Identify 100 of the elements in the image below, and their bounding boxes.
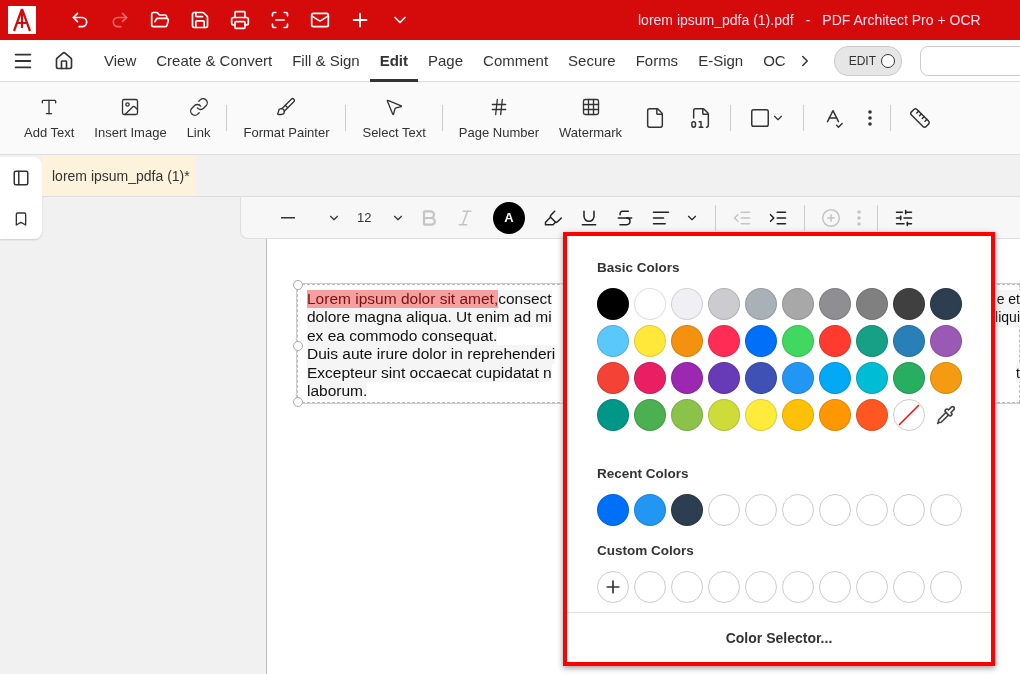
color-swatch[interactable] bbox=[782, 399, 814, 431]
app-logo bbox=[8, 6, 36, 34]
color-swatch[interactable] bbox=[597, 288, 629, 320]
color-swatch[interactable] bbox=[597, 362, 629, 394]
empty-swatch[interactable] bbox=[745, 494, 777, 526]
color-swatch[interactable] bbox=[856, 362, 888, 394]
color-swatch[interactable] bbox=[597, 399, 629, 431]
empty-swatch[interactable] bbox=[893, 571, 925, 603]
image-icon bbox=[120, 96, 141, 117]
add-circle-icon bbox=[821, 207, 841, 228]
color-swatch[interactable] bbox=[634, 494, 666, 526]
ribbon-button[interactable]: Select Text bbox=[352, 96, 436, 140]
color-swatch[interactable] bbox=[597, 494, 629, 526]
color-swatch[interactable] bbox=[745, 399, 777, 431]
add-color-button[interactable] bbox=[597, 571, 629, 603]
color-swatch[interactable] bbox=[671, 362, 703, 394]
empty-swatch[interactable] bbox=[930, 571, 962, 603]
color-swatch[interactable] bbox=[671, 288, 703, 320]
brush-icon bbox=[276, 96, 297, 117]
section-title: Recent Colors bbox=[597, 466, 690, 481]
resize-handle[interactable] bbox=[293, 397, 303, 408]
color-swatch[interactable] bbox=[856, 399, 888, 431]
no-color-swatch[interactable] bbox=[893, 399, 925, 431]
empty-swatch[interactable] bbox=[708, 571, 740, 603]
color-swatch[interactable] bbox=[745, 325, 777, 357]
section-title: Custom Colors bbox=[597, 543, 695, 558]
ribbon-button[interactable]: Format Painter bbox=[233, 96, 340, 140]
color-swatch[interactable] bbox=[930, 288, 962, 320]
color-swatch[interactable] bbox=[745, 362, 777, 394]
color-swatch[interactable] bbox=[893, 362, 925, 394]
color-swatch[interactable] bbox=[708, 399, 740, 431]
color-swatch[interactable] bbox=[708, 288, 740, 320]
menu-tab[interactable]: OC bbox=[753, 39, 790, 82]
menu-tab[interactable]: Fill & Sign bbox=[282, 39, 370, 82]
color-swatch[interactable] bbox=[708, 325, 740, 357]
color-swatch[interactable] bbox=[819, 325, 851, 357]
color-swatch[interactable] bbox=[671, 325, 703, 357]
ruler-icon bbox=[909, 107, 932, 129]
empty-swatch[interactable] bbox=[856, 571, 888, 603]
color-swatch[interactable] bbox=[930, 325, 962, 357]
empty-swatch[interactable] bbox=[745, 571, 777, 603]
empty-swatch[interactable] bbox=[782, 571, 814, 603]
color-swatch[interactable] bbox=[782, 325, 814, 357]
menu-tab[interactable]: Page bbox=[418, 39, 474, 82]
menu-tab[interactable]: View bbox=[94, 39, 147, 82]
empty-swatch[interactable] bbox=[671, 571, 703, 603]
home-icon[interactable] bbox=[54, 50, 74, 71]
panel-icon bbox=[12, 169, 30, 187]
color-swatch[interactable] bbox=[634, 325, 666, 357]
empty-swatch[interactable] bbox=[708, 494, 740, 526]
font-size-dropdown[interactable]: 12 bbox=[347, 210, 411, 225]
color-swatch[interactable] bbox=[634, 288, 666, 320]
app-name: PDF Architect Pro + OCR bbox=[822, 12, 981, 28]
resize-handle[interactable] bbox=[293, 341, 303, 351]
ribbon-button[interactable]: Add Text bbox=[14, 96, 85, 140]
line-style-icon bbox=[281, 216, 295, 219]
color-swatch[interactable] bbox=[856, 325, 888, 357]
more-icon bbox=[857, 209, 861, 226]
resize-handle[interactable] bbox=[293, 280, 303, 290]
ribbon-button[interactable]: Insert Image bbox=[84, 96, 177, 140]
empty-swatch[interactable] bbox=[634, 571, 666, 603]
color-swatch[interactable] bbox=[893, 325, 925, 357]
color-swatch[interactable] bbox=[819, 362, 851, 394]
ribbon-button[interactable]: Page Number bbox=[448, 96, 550, 140]
color-swatch[interactable] bbox=[782, 362, 814, 394]
color-swatch[interactable] bbox=[930, 362, 962, 394]
color-swatch[interactable] bbox=[819, 288, 851, 320]
edit-toggle[interactable]: EDIT bbox=[833, 45, 902, 76]
ribbon-button[interactable]: Watermark bbox=[549, 96, 633, 140]
color-swatch[interactable] bbox=[671, 399, 703, 431]
color-swatch[interactable] bbox=[634, 362, 666, 394]
color-swatch[interactable] bbox=[782, 288, 814, 320]
grid-icon bbox=[580, 96, 601, 117]
bookmark-icon bbox=[13, 211, 29, 227]
empty-swatch[interactable] bbox=[893, 494, 925, 526]
color-swatch[interactable] bbox=[893, 288, 925, 320]
empty-swatch[interactable] bbox=[819, 571, 851, 603]
menu-tab[interactable]: E-Sign bbox=[688, 39, 754, 82]
color-swatch[interactable] bbox=[708, 362, 740, 394]
font-color-button[interactable]: A bbox=[493, 201, 525, 234]
empty-swatch[interactable] bbox=[930, 494, 962, 526]
color-swatch[interactable] bbox=[819, 399, 851, 431]
color-swatch[interactable] bbox=[856, 288, 888, 320]
menu-tab[interactable]: Forms bbox=[625, 39, 689, 82]
color-swatch[interactable] bbox=[671, 494, 703, 526]
color-swatch[interactable] bbox=[634, 399, 666, 431]
menu-tab[interactable]: Secure bbox=[558, 39, 626, 82]
document-tab[interactable]: lorem ipsum_pdfa (1)* bbox=[42, 155, 196, 196]
title-separator: - bbox=[805, 12, 811, 28]
color-selector-button[interactable]: Color Selector... bbox=[567, 612, 991, 662]
color-swatch[interactable] bbox=[745, 288, 777, 320]
empty-swatch[interactable] bbox=[856, 494, 888, 526]
empty-swatch[interactable] bbox=[782, 494, 814, 526]
circle-icon bbox=[881, 53, 895, 68]
ribbon-button[interactable]: Link bbox=[176, 96, 221, 140]
menu-tab[interactable]: Comment bbox=[473, 39, 559, 82]
file-name: lorem ipsum_pdfa (1).pdf bbox=[638, 12, 794, 28]
menu-tab[interactable]: Create & Convert bbox=[146, 39, 283, 82]
color-swatch[interactable] bbox=[597, 325, 629, 357]
empty-swatch[interactable] bbox=[819, 494, 851, 526]
